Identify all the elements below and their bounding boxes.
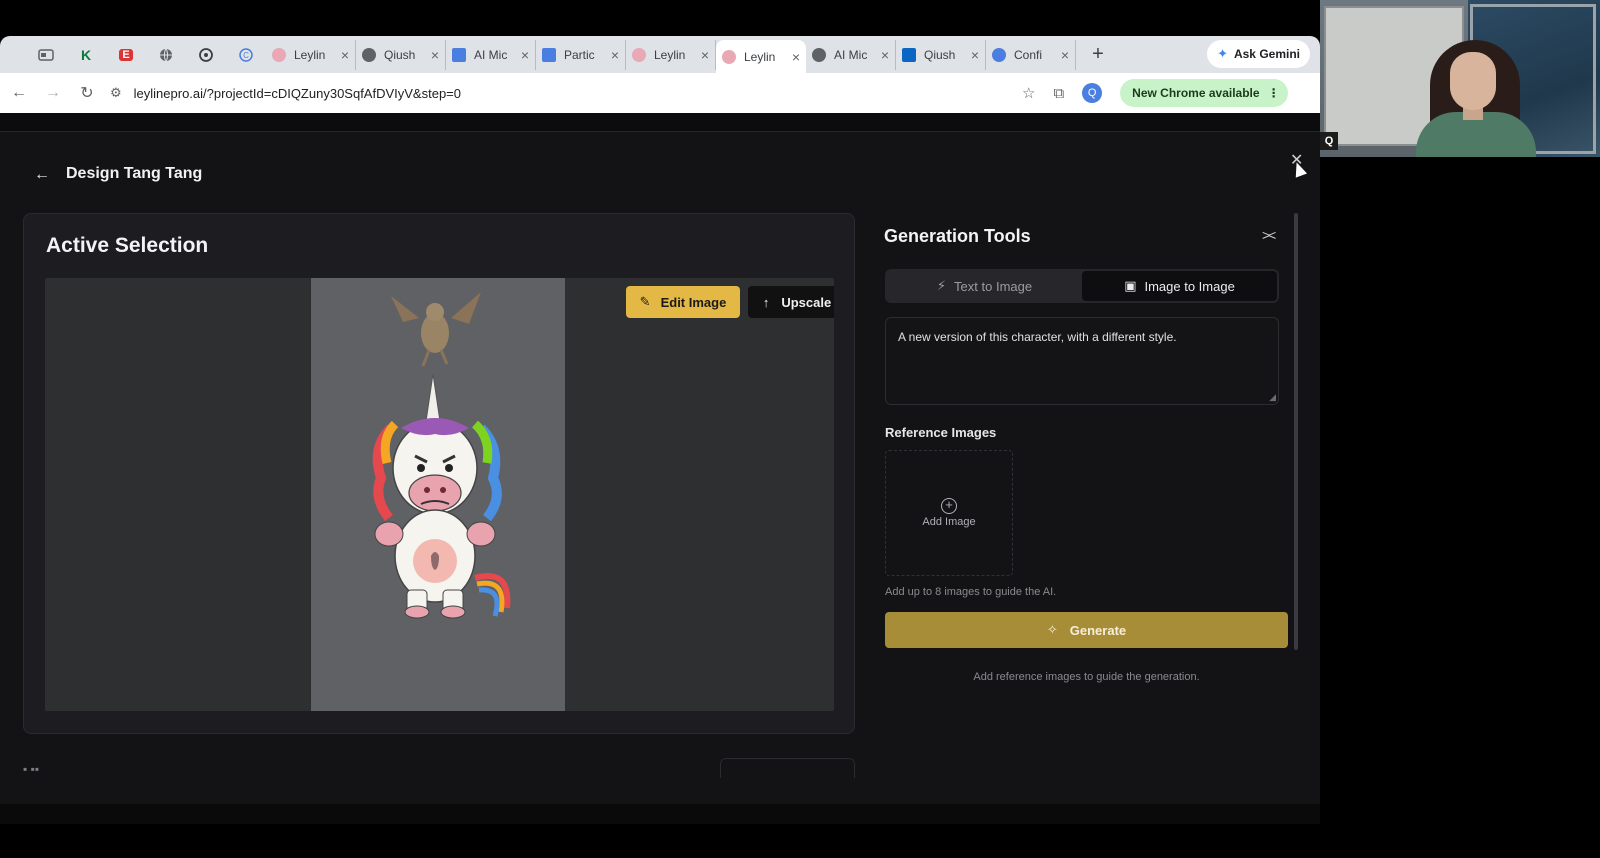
url-text[interactable]: leylinepro.ai/?projectId=cDIQZuny30SqfAf…: [134, 86, 461, 101]
tab-close-icon[interactable]: ×: [341, 47, 349, 63]
pinned-tab-c-icon[interactable]: C: [226, 40, 266, 70]
resize-handle-icon[interactable]: ◢: [1269, 392, 1276, 403]
tab-text-to-image[interactable]: ⚡ Text to Image: [887, 271, 1082, 301]
image-canvas: ✎ Edit Image ↑ Upscale: [45, 278, 834, 711]
tab-close-icon[interactable]: ×: [701, 47, 709, 63]
unicorn-character-image[interactable]: [311, 278, 565, 711]
below-window-area: [0, 804, 1320, 824]
pinned-tab-openai-icon[interactable]: [186, 40, 226, 70]
tab-leylin-2[interactable]: Leylin ×: [626, 39, 716, 70]
webcam-video-feed: [1320, 0, 1600, 157]
arrow-up-icon: ↑: [762, 294, 770, 310]
leyline-favicon-icon: [722, 49, 736, 64]
tab-leylin-active[interactable]: Leylin ×: [716, 39, 806, 74]
linkedin-favicon-icon: [902, 47, 916, 62]
svg-text:C: C: [243, 51, 249, 60]
tab-close-icon[interactable]: ×: [611, 47, 619, 63]
address-bar[interactable]: ⚙ leylinepro.ai/?projectId=cDIQZuny30Sqf…: [110, 78, 990, 108]
add-image-button[interactable]: + Add Image: [885, 450, 1013, 576]
plus-circle-icon: +: [941, 498, 957, 514]
tab-qiush-2[interactable]: Qiush ×: [896, 39, 986, 70]
pinned-tab-k-icon[interactable]: K: [66, 40, 106, 70]
kebab-menu-icon[interactable]: ⋮: [1268, 86, 1280, 100]
app-page: ← Design Tang Tang ✕ Active Selection ✎ …: [0, 113, 1320, 804]
tab-qiush-1[interactable]: Qiush ×: [356, 39, 446, 70]
webcam-participant-badge: Q: [1320, 132, 1338, 150]
tab-ai-mic-2[interactable]: AI Mic ×: [806, 39, 896, 70]
collapse-panel-icon[interactable]: ><: [1262, 227, 1276, 243]
docs-favicon-icon: [452, 47, 466, 62]
pencil-icon: ✎: [639, 294, 651, 309]
confluence-favicon-icon: [992, 47, 1006, 62]
forward-arrow-icon[interactable]: →: [38, 84, 68, 102]
site-info-icon[interactable]: ⚙: [110, 85, 122, 101]
gemini-sparkle-icon: ✦: [1217, 46, 1228, 61]
active-selection-card: Active Selection ✎ Edit Image ↑ Upscale: [23, 213, 855, 734]
generate-hint-text: Add reference images to guide the genera…: [973, 671, 1200, 683]
image-icon: ▣: [1124, 278, 1137, 293]
leyline-favicon-icon: [632, 47, 646, 62]
tab-close-icon[interactable]: ×: [521, 47, 529, 63]
generation-tools-title: Generation Tools: [884, 226, 1031, 246]
magic-wand-icon: ⚡: [936, 278, 947, 293]
tab-search-icon[interactable]: [26, 40, 66, 70]
dragon-illustration: [391, 292, 481, 367]
reload-icon[interactable]: ↻: [72, 83, 102, 103]
tab-confi[interactable]: Confi ×: [986, 39, 1076, 70]
browser-window: K E C Leylin × Qiush × AI Mic × Partic × Ley…: [0, 36, 1320, 804]
design-title: Design Tang Tang: [66, 165, 203, 182]
tab-close-icon[interactable]: ×: [971, 47, 979, 63]
presenter-face: [1450, 52, 1496, 110]
tab-leylin-1[interactable]: Leylin ×: [266, 39, 356, 70]
tab-close-icon[interactable]: ×: [431, 47, 439, 63]
bottom-partial-button[interactable]: [720, 758, 855, 778]
profile-avatar[interactable]: Q: [1082, 83, 1103, 103]
ask-gemini-button[interactable]: ✦ Ask Gemini: [1207, 40, 1310, 68]
edit-image-button[interactable]: ✎ Edit Image: [626, 286, 740, 318]
unicorn-illustration: [372, 373, 511, 619]
globe-favicon-icon: [362, 47, 376, 62]
new-tab-button[interactable]: +: [1086, 43, 1110, 66]
tab-ai-mic-1[interactable]: AI Mic ×: [446, 39, 536, 70]
prompt-textarea[interactable]: A new version of this character, with a …: [885, 317, 1279, 405]
tab-partic[interactable]: Partic ×: [536, 39, 626, 70]
tab-image-to-image[interactable]: ▣ Image to Image: [1082, 271, 1277, 301]
reference-helper-text: Add up to 8 images to guide the AI.: [885, 586, 1057, 598]
magic-wand-icon: ✧: [1046, 622, 1058, 637]
tab-strip: K E C Leylin × Qiush × AI Mic × Partic × Ley…: [0, 36, 1320, 74]
generation-tools-panel: Generation Tools >< ⚡ Text to Image ▣ Im…: [870, 213, 1298, 803]
panel-scrollbar[interactable]: [1294, 213, 1298, 650]
tab-close-icon[interactable]: ×: [1061, 47, 1069, 63]
generate-button[interactable]: ✧ Generate: [885, 612, 1288, 648]
back-arrow-icon[interactable]: ←: [4, 84, 34, 102]
generation-mode-toggle: ⚡ Text to Image ▣ Image to Image: [885, 269, 1279, 303]
new-chrome-available-button[interactable]: New Chrome available ⋮: [1120, 79, 1288, 107]
tab-search-lens-icon[interactable]: ⧉: [1053, 85, 1064, 102]
tab-close-icon[interactable]: ×: [881, 47, 889, 63]
design-modal: ← Design Tang Tang ✕ Active Selection ✎ …: [0, 131, 1320, 804]
pinned-tab-globe-icon[interactable]: [146, 40, 186, 70]
leyline-favicon-icon: [272, 47, 286, 62]
reference-images-label: Reference Images: [885, 425, 997, 440]
browser-toolbar: ← → ↻ ⚙ leylinepro.ai/?projectId=cDIQZun…: [0, 73, 1320, 113]
globe-favicon-icon: [812, 47, 826, 62]
bookmark-star-icon[interactable]: ☆: [1022, 84, 1035, 102]
mouse-cursor: [1290, 160, 1308, 178]
active-selection-title: Active Selection: [46, 234, 209, 257]
upscale-button[interactable]: ↑ Upscale: [748, 286, 834, 318]
bottom-scroll-indicator: ▪ ▪▪: [23, 762, 40, 776]
pinned-tab-e-icon[interactable]: E: [106, 40, 146, 70]
docs-favicon-icon: [542, 47, 556, 62]
back-arrow-icon[interactable]: ←: [34, 166, 50, 184]
tab-close-icon[interactable]: ×: [792, 49, 800, 65]
